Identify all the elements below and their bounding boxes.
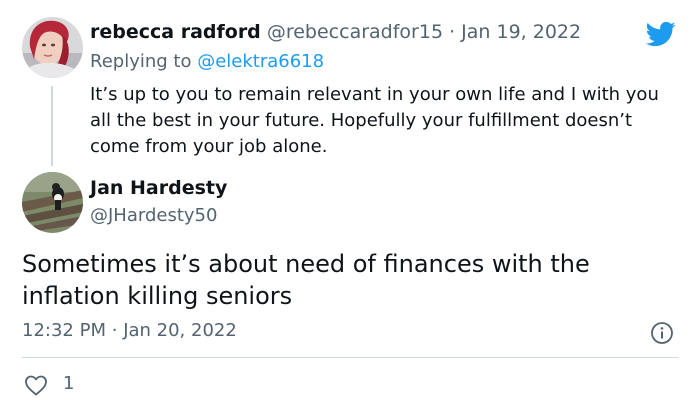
reply-tweet-date[interactable]: Jan 19, 2022	[461, 21, 581, 43]
tweet-date[interactable]: Jan 20, 2022	[123, 320, 237, 341]
replying-to-line: Replying to @elektra6618	[90, 51, 324, 72]
timestamp-separator: ·	[111, 320, 118, 341]
heart-icon[interactable]	[24, 374, 48, 396]
like-count: 1	[63, 373, 75, 394]
twitter-bird-icon[interactable]	[644, 19, 678, 49]
main-author-handle[interactable]: @JHardesty50	[90, 205, 217, 226]
main-tweet-text: Sometimes it’s about need of finances wi…	[22, 250, 590, 310]
main-author-name[interactable]: Jan Hardesty	[90, 177, 227, 199]
thread-connector-line	[51, 86, 53, 166]
replying-to-handle-link[interactable]: @elektra6618	[197, 51, 324, 72]
reply-author-name[interactable]: rebecca radford	[90, 21, 261, 43]
actions-divider	[22, 357, 678, 358]
reply-author-handle[interactable]: @rebeccaradfor15	[267, 21, 443, 43]
reply-tweet-text: It’s up to you to remain relevant in you…	[90, 84, 659, 157]
info-icon[interactable]	[650, 321, 674, 345]
tweet-time[interactable]: 12:32 PM	[22, 320, 106, 341]
avatar-rebecca-radford[interactable]	[22, 17, 83, 78]
replying-prefix: Replying to	[90, 51, 192, 72]
header-separator: ·	[449, 21, 456, 43]
reply-tweet-header: rebecca radford @rebeccaradfor15 · Jan 1…	[90, 21, 581, 43]
avatar-jan-hardesty[interactable]	[22, 172, 83, 233]
tweet-timestamp[interactable]: 12:32 PM · Jan 20, 2022	[22, 320, 237, 341]
